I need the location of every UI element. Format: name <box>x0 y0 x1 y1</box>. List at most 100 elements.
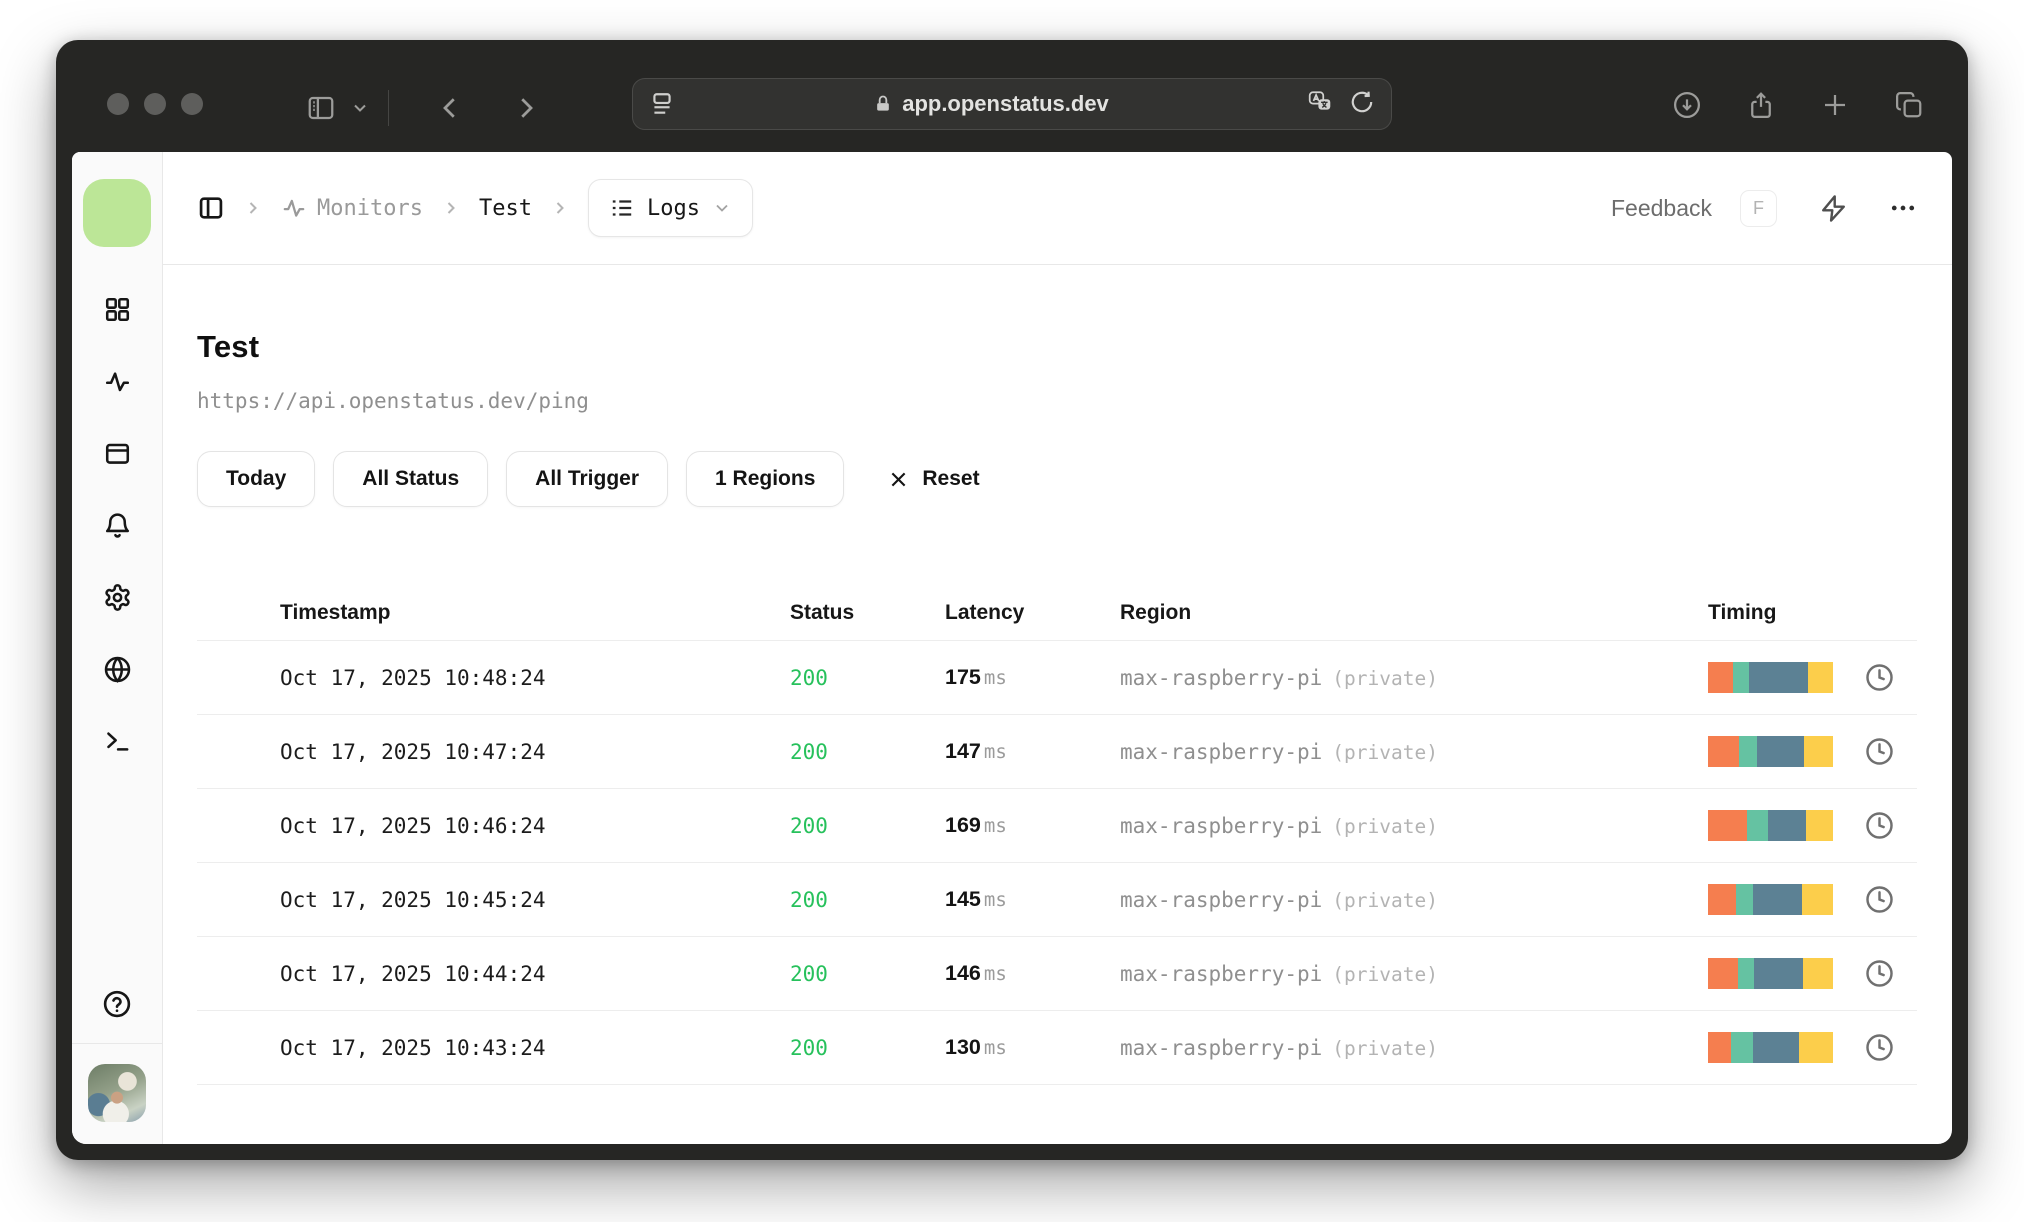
region-private-note: (private) <box>1332 888 1438 912</box>
timing-phase-bar[interactable] <box>1708 958 1833 989</box>
sidebar-item-status-pages-icon[interactable] <box>103 439 132 468</box>
cell-status-code: 200 <box>790 887 828 912</box>
clock-icon[interactable] <box>1864 736 1895 767</box>
browser-window: app.openstatus.dev Monitors Test Logs Fe… <box>56 40 1968 1160</box>
timing-phase-bar[interactable] <box>1708 810 1833 841</box>
timing-segment <box>1708 810 1747 841</box>
help-icon[interactable] <box>102 989 132 1019</box>
region-name: max-raspberry-pi <box>1120 665 1323 690</box>
timing-segment <box>1708 958 1738 989</box>
reset-filters-button[interactable]: Reset <box>888 467 980 491</box>
tab-overview-icon[interactable] <box>1894 90 1924 120</box>
logs-table-body: Oct 17, 2025 10:48:24 200 175 ms max-ras… <box>197 641 1917 1085</box>
timing-segment <box>1804 736 1833 767</box>
toolbar-right-group <box>1672 90 1924 120</box>
chevron-down-icon <box>712 198 732 218</box>
region-private-note: (private) <box>1332 740 1438 764</box>
timing-segment <box>1805 810 1833 841</box>
reader-view-icon[interactable] <box>649 91 675 117</box>
sidebar-item-cli-terminal-icon[interactable] <box>103 727 132 756</box>
latency-value: 175 <box>945 665 981 689</box>
region-name: max-raspberry-pi <box>1120 813 1323 838</box>
quick-actions-zap-icon[interactable] <box>1819 194 1848 223</box>
clock-icon[interactable] <box>1864 958 1895 989</box>
table-row[interactable]: Oct 17, 2025 10:47:24 200 147 ms max-ras… <box>197 715 1917 789</box>
cell-timing <box>1708 958 1917 989</box>
timing-segment <box>1753 884 1802 915</box>
filter-date-button[interactable]: Today <box>197 451 316 507</box>
latency-unit: ms <box>983 815 1007 837</box>
filter-status-button[interactable]: All Status <box>333 451 489 507</box>
table-row[interactable]: Oct 17, 2025 10:48:24 200 175 ms max-ras… <box>197 641 1917 715</box>
minimize-window-button[interactable] <box>144 93 166 115</box>
feedback-button[interactable]: Feedback <box>1611 195 1712 222</box>
share-icon[interactable] <box>1746 90 1776 120</box>
workspace-logo[interactable] <box>83 179 151 247</box>
clock-icon[interactable] <box>1864 1032 1895 1063</box>
timing-phase-bar[interactable] <box>1708 1032 1833 1063</box>
filter-trigger-button[interactable]: All Trigger <box>506 451 669 507</box>
new-tab-icon[interactable] <box>1820 90 1850 120</box>
monitor-endpoint-url: https://api.openstatus.dev/ping <box>197 389 589 413</box>
filter-regions-button[interactable]: 1 Regions <box>686 451 845 507</box>
table-row[interactable]: Oct 17, 2025 10:44:24 200 146 ms max-ras… <box>197 937 1917 1011</box>
timing-segment <box>1746 810 1768 841</box>
breadcrumb-monitor-name[interactable]: Test <box>479 196 532 221</box>
clock-icon[interactable] <box>1864 810 1895 841</box>
cell-timestamp: Oct 17, 2025 10:43:24 <box>280 1035 546 1060</box>
back-button-icon[interactable] <box>435 93 465 123</box>
cell-latency: 145 ms <box>945 887 1120 912</box>
region-name: max-raspberry-pi <box>1120 739 1323 764</box>
timing-segment <box>1749 662 1808 693</box>
toolbar-divider <box>388 90 389 126</box>
logs-table-header: Timestamp Status Latency Region Timing <box>197 585 1917 641</box>
timing-phase-bar[interactable] <box>1708 736 1833 767</box>
more-options-ellipsis-icon[interactable] <box>1888 193 1918 223</box>
address-url-text[interactable]: app.openstatus.dev <box>902 91 1109 117</box>
latency-unit: ms <box>983 667 1007 689</box>
sidebar-item-monitors-activity-icon[interactable] <box>103 367 132 396</box>
downloads-icon[interactable] <box>1672 90 1702 120</box>
cell-timestamp: Oct 17, 2025 10:46:24 <box>280 813 546 838</box>
zoom-window-button[interactable] <box>181 93 203 115</box>
user-avatar[interactable] <box>88 1064 146 1122</box>
view-selector-logs-button[interactable]: Logs <box>587 179 753 237</box>
timing-phase-bar[interactable] <box>1708 884 1833 915</box>
toolbar-left-group <box>306 90 541 126</box>
page-header: Monitors Test Logs Feedback F <box>163 152 1952 265</box>
timing-phase-bar[interactable] <box>1708 662 1833 693</box>
clock-icon[interactable] <box>1864 884 1895 915</box>
app-sidebar-toggle-icon[interactable] <box>197 194 225 222</box>
timing-segment <box>1708 884 1736 915</box>
table-row[interactable]: Oct 17, 2025 10:46:24 200 169 ms max-ras… <box>197 789 1917 863</box>
clock-icon[interactable] <box>1864 662 1895 693</box>
traffic-lights <box>107 93 203 115</box>
sidebar-item-regions-globe-icon[interactable] <box>103 655 132 684</box>
region-private-note: (private) <box>1332 814 1438 838</box>
timing-segment <box>1739 736 1757 767</box>
timing-segment <box>1738 958 1755 989</box>
monitors-activity-icon <box>281 195 307 221</box>
latency-unit: ms <box>983 889 1007 911</box>
sidebar-chevron-down-icon[interactable] <box>350 98 370 118</box>
translate-icon[interactable] <box>1307 89 1333 120</box>
list-icon <box>609 195 635 221</box>
sidebar-item-notifications-bell-icon[interactable] <box>103 511 132 540</box>
breadcrumb-monitors-label: Monitors <box>317 195 423 221</box>
close-window-button[interactable] <box>107 93 129 115</box>
header-actions: Feedback F <box>1611 189 1918 227</box>
sidebar-bottom-group <box>72 989 162 1144</box>
table-row[interactable]: Oct 17, 2025 10:45:24 200 145 ms max-ras… <box>197 863 1917 937</box>
reload-icon[interactable] <box>1349 89 1375 120</box>
browser-sidebar-toggle-icon[interactable] <box>306 93 336 123</box>
breadcrumb-monitors-link[interactable]: Monitors <box>281 195 423 221</box>
sidebar-item-settings-gear-icon[interactable] <box>103 583 132 612</box>
table-row[interactable]: Oct 17, 2025 10:43:24 200 130 ms max-ras… <box>197 1011 1917 1085</box>
cell-region: max-raspberry-pi (private) <box>1120 962 1708 986</box>
cell-status-code: 200 <box>790 739 828 764</box>
latency-value: 146 <box>945 961 981 985</box>
forward-button-icon[interactable] <box>511 93 541 123</box>
cell-status-code: 200 <box>790 961 828 986</box>
address-bar[interactable]: app.openstatus.dev <box>632 78 1392 130</box>
sidebar-item-dashboard-grid-icon[interactable] <box>103 295 132 324</box>
